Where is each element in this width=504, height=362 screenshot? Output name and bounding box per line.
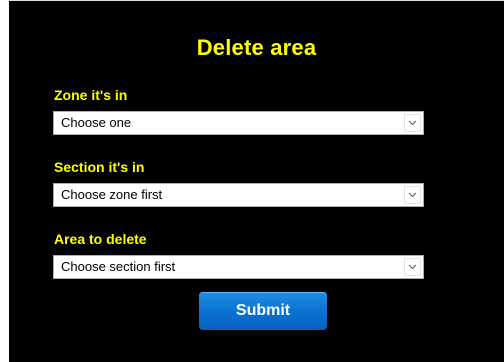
- form-title: Delete area: [196, 35, 317, 60]
- chevron-down-icon[interactable]: [404, 258, 421, 276]
- section-select-value: Choose zone first: [61, 187, 163, 202]
- area-select-value: Choose section first: [61, 259, 176, 274]
- submit-button[interactable]: Submit: [199, 292, 327, 330]
- delete-area-form: Delete area Zone it's in Choose one Sect…: [9, 0, 504, 362]
- zone-select-value: Choose one: [61, 115, 132, 130]
- zone-select[interactable]: Choose one: [53, 111, 424, 135]
- chevron-down-icon[interactable]: [404, 114, 421, 132]
- section-select[interactable]: Choose zone first: [53, 183, 424, 207]
- zone-label: Zone it's in: [54, 87, 128, 103]
- section-label: Section it's in: [54, 159, 145, 175]
- chevron-down-icon[interactable]: [404, 186, 421, 204]
- area-label: Area to delete: [54, 231, 147, 247]
- area-select[interactable]: Choose section first: [53, 255, 424, 279]
